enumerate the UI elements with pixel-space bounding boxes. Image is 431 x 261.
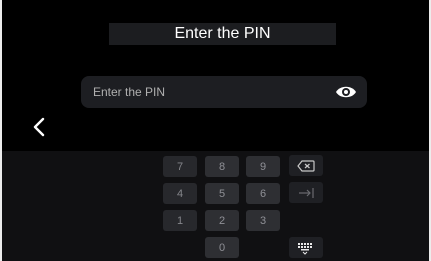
page-title: Enter the PIN xyxy=(109,23,336,45)
key-5[interactable]: 5 xyxy=(205,183,239,204)
eye-icon[interactable] xyxy=(335,84,357,100)
key-0[interactable]: 0 xyxy=(205,237,239,258)
key-9[interactable]: 9 xyxy=(246,156,280,177)
key-2[interactable]: 2 xyxy=(205,210,239,231)
numeric-keypad: 7 8 9 4 5 6 1 2 3 0 xyxy=(2,151,429,261)
key-3[interactable]: 3 xyxy=(246,210,280,231)
keyboard-hide-icon xyxy=(298,242,312,255)
hide-keyboard-key[interactable] xyxy=(289,237,323,258)
key-4[interactable]: 4 xyxy=(163,183,197,204)
backspace-icon xyxy=(297,159,315,172)
tab-arrow-icon xyxy=(299,187,314,198)
tab-key[interactable] xyxy=(289,182,323,203)
pin-input[interactable]: Enter the PIN xyxy=(81,76,367,108)
pin-entry-screen: Enter the PIN Enter the PIN 7 8 9 4 5 6 … xyxy=(0,0,431,261)
pin-input-placeholder: Enter the PIN xyxy=(93,85,166,99)
key-8[interactable]: 8 xyxy=(205,156,239,177)
key-1[interactable]: 1 xyxy=(163,210,197,231)
key-7[interactable]: 7 xyxy=(163,156,197,177)
backspace-key[interactable] xyxy=(289,155,323,176)
chevron-left-icon[interactable] xyxy=(32,117,46,137)
key-6[interactable]: 6 xyxy=(246,183,280,204)
